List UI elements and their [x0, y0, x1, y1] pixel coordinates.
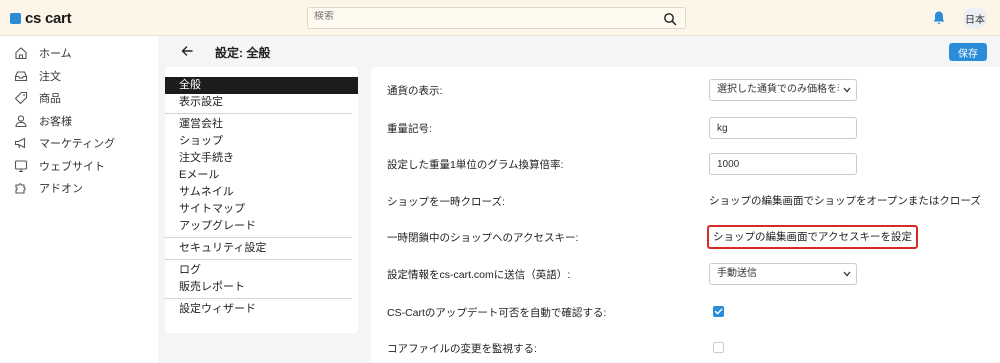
settings-panel: 通貨の表示: 選択した通貨でのみ価格を表示 重量記号: 設定した重量1単位のグラ… [371, 67, 1000, 363]
section-divider [165, 237, 352, 238]
section-item[interactable]: サムネイル [165, 184, 358, 201]
inbox-icon [14, 71, 28, 81]
sidebar-item-label: 商品 [39, 93, 61, 106]
section-item[interactable]: 販売レポート [165, 279, 358, 296]
monitor-core-checkbox[interactable] [713, 342, 724, 353]
close-shop-info-link[interactable]: ショップの編集画面でショップをオープンまたはクローズ [709, 195, 981, 207]
home-icon [15, 47, 27, 60]
setting-label: 一時閉鎖中のショップへのアクセスキー: [387, 232, 579, 244]
back-arrow-icon[interactable] [180, 44, 194, 58]
sidebar-item-label: アドオン [39, 183, 83, 196]
chevron-down-icon [843, 87, 851, 93]
setting-label: 設定した重量1単位のグラム換算倍率: [387, 159, 564, 171]
sidebar-item-home[interactable]: ホーム [0, 42, 158, 65]
notification-bell-icon[interactable] [932, 10, 946, 26]
checkmark-icon [714, 308, 723, 315]
send-info-select[interactable]: 手動送信 [709, 263, 857, 285]
monitor-icon [14, 160, 28, 172]
logo-text: cs cart [25, 10, 72, 27]
logo-mark-icon [10, 13, 21, 24]
language-button[interactable]: 日本 [963, 7, 987, 29]
save-button[interactable]: 保存 [949, 43, 987, 61]
setting-row-close-shop: ショップを一時クローズ: ショップの編集画面でショップをオープンまたはクローズ [371, 190, 1000, 212]
section-item[interactable]: サイトマップ [165, 201, 358, 218]
sidebar-item-addons[interactable]: アドオン [0, 177, 158, 200]
select-value: 選択した通貨でのみ価格を表示 [717, 84, 839, 95]
weight-grams-input[interactable] [709, 153, 857, 175]
weight-symbol-input[interactable] [709, 117, 857, 139]
logo[interactable]: cs cart [10, 10, 72, 27]
section-item[interactable]: 注文手続き [165, 150, 358, 167]
section-divider [165, 259, 352, 260]
section-item[interactable]: セキュリティ設定 [165, 240, 358, 257]
search-box[interactable] [307, 7, 686, 29]
puzzle-icon [15, 183, 26, 194]
section-divider [165, 298, 352, 299]
setting-label: ショップを一時クローズ: [387, 196, 505, 208]
sidebar-item-label: ウェブサイト [39, 160, 105, 173]
setting-row-weight-symbol: 重量記号: [371, 117, 1000, 139]
section-item[interactable]: アップグレード [165, 218, 358, 235]
section-divider [165, 113, 352, 114]
setting-row-currency-display: 通貨の表示: 選択した通貨でのみ価格を表示 [371, 79, 1000, 101]
setting-label: 重量記号: [387, 123, 432, 135]
sidebar-item-label: マーケティング [39, 138, 116, 151]
sidebar-item-products[interactable]: 商品 [0, 87, 158, 110]
chevron-down-icon [843, 271, 851, 277]
select-value: 手動送信 [717, 268, 757, 279]
sidebar-item-label: 注文 [39, 70, 61, 83]
setting-label: 設定情報をcs-cart.comに送信（英語）: [387, 269, 571, 281]
setting-row-auto-update: CS-Cartのアップデート可否を自動で確認する: [371, 301, 1000, 323]
section-item[interactable]: 設定ウィザード [165, 301, 358, 318]
section-item[interactable]: ショップ [165, 133, 358, 150]
section-item[interactable]: 表示設定 [165, 94, 358, 111]
setting-label: コアファイルの変更を監視する: [387, 343, 537, 355]
sidebar-item-orders[interactable]: 注文 [0, 65, 158, 88]
setting-label: 通貨の表示: [387, 85, 443, 97]
setting-row-weight-grams: 設定した重量1単位のグラム換算倍率: [371, 153, 1000, 175]
user-icon [15, 115, 27, 127]
sidebar-item-marketing[interactable]: マーケティング [0, 132, 158, 155]
setting-label: CS-Cartのアップデート可否を自動で確認する: [387, 307, 607, 319]
section-item[interactable]: 運営会社 [165, 116, 358, 133]
search-icon[interactable] [663, 12, 677, 26]
page-title: 設定: 全般 [215, 46, 271, 60]
section-item[interactable]: 全般 [165, 77, 358, 94]
page-header: 設定: 全般 保存 [158, 36, 1000, 66]
sidebar-item-label: ホーム [39, 48, 72, 61]
section-item[interactable]: ログ [165, 262, 358, 279]
sidebar-item-customers[interactable]: お客様 [0, 110, 158, 133]
setting-row-monitor-core: コアファイルの変更を監視する: [371, 337, 1000, 359]
auto-update-checkbox[interactable] [713, 306, 724, 317]
setting-row-send-info: 設定情報をcs-cart.comに送信（英語）: 手動送信 [371, 263, 1000, 285]
currency-display-select[interactable]: 選択した通貨でのみ価格を表示 [709, 79, 857, 101]
tag-icon [14, 92, 28, 105]
sidebar-item-label: お客様 [39, 115, 72, 128]
megaphone-icon [14, 137, 26, 149]
top-bar: cs cart 日本 [0, 0, 1000, 36]
section-item[interactable]: Eメール [165, 167, 358, 184]
settings-section-menu: 全般 表示設定運営会社 ショップ 注文手続き Eメール サムネイル サイトマップ アップグレー… [165, 67, 358, 333]
setting-row-access-key: 一時閉鎖中のショップへのアクセスキー: ショップの編集画面でアクセスキーを設定 [371, 225, 1000, 249]
sidebar-item-website[interactable]: ウェブサイト [0, 155, 158, 178]
access-key-info-link[interactable]: ショップの編集画面でアクセスキーを設定 [707, 225, 918, 249]
search-input[interactable] [314, 11, 644, 22]
sidebar: ホーム 注文 商品 お客様 マーケティング ウェブサイト アドオン [0, 36, 158, 363]
section-list: 全般 表示設定運営会社 ショップ 注文手続き Eメール サムネイル サイトマップ アップグレー… [165, 77, 358, 318]
